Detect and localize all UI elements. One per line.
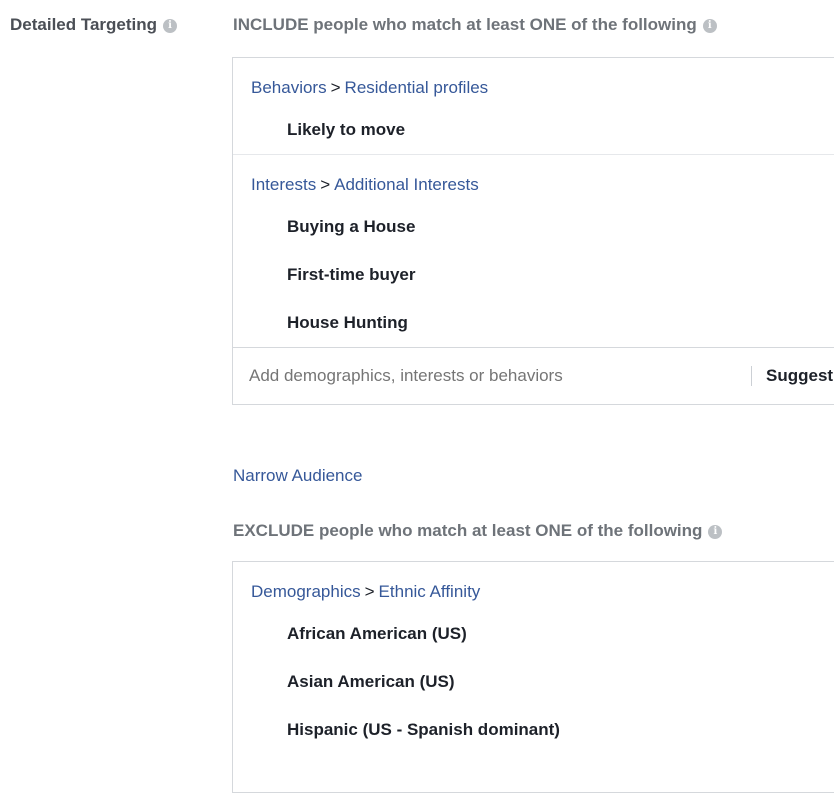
targeting-item[interactable]: Asian American (US) <box>287 658 834 706</box>
path-separator: > <box>320 175 331 194</box>
exclude-heading-text: EXCLUDE people who match at least ONE of… <box>233 521 703 540</box>
category-path: Demographics > Ethnic Affinity <box>251 574 834 610</box>
include-heading-text: INCLUDE people who match at least ONE of… <box>233 15 697 34</box>
include-group-interests: Interests > Additional Interests Buying a … <box>233 154 834 347</box>
narrow-audience-link[interactable]: Narrow Audience <box>233 466 362 486</box>
targeting-item[interactable]: Buying a House <box>287 203 834 251</box>
targeting-item[interactable]: First-time buyer <box>287 251 834 299</box>
exclude-heading: EXCLUDE people who match at least ONE of… <box>233 521 723 541</box>
suggestions-button[interactable]: Suggestions <box>766 366 834 386</box>
subcategory-link[interactable]: Residential profiles <box>345 78 489 97</box>
category-path: Behaviors > Residential profiles <box>251 70 834 106</box>
subcategory-link[interactable]: Ethnic Affinity <box>379 582 481 601</box>
targeting-item[interactable]: African American (US) <box>287 610 834 658</box>
targeting-item[interactable]: House Hunting <box>287 299 834 347</box>
path-separator: > <box>330 78 341 97</box>
info-icon[interactable]: i <box>708 524 723 539</box>
include-group-behaviors: Behaviors > Residential profiles Likely to… <box>233 58 834 154</box>
detailed-targeting-label: Detailed Targeting i <box>10 15 178 35</box>
path-separator: > <box>364 582 375 601</box>
include-targeting-box: Behaviors > Residential profiles Likely to… <box>232 57 834 405</box>
subcategory-link[interactable]: Additional Interests <box>334 175 479 194</box>
category-link[interactable]: Behaviors <box>251 78 327 97</box>
category-link[interactable]: Interests <box>251 175 316 194</box>
include-heading: INCLUDE people who match at least ONE of… <box>233 15 717 35</box>
category-path: Interests > Additional Interests <box>251 167 834 203</box>
divider <box>751 366 752 386</box>
detailed-targeting-text: Detailed Targeting <box>10 15 158 34</box>
info-icon[interactable]: i <box>163 18 178 33</box>
exclude-group-demographics: Demographics > Ethnic Affinity African Ame… <box>233 562 834 754</box>
exclude-targeting-box: Demographics > Ethnic Affinity African Ame… <box>232 561 834 793</box>
targeting-search-input[interactable] <box>249 366 729 386</box>
info-icon[interactable]: i <box>702 18 717 33</box>
add-targeting-row: Suggestions <box>233 347 834 404</box>
targeting-item[interactable]: Likely to move <box>287 106 834 154</box>
category-link[interactable]: Demographics <box>251 582 361 601</box>
targeting-item[interactable]: Hispanic (US - Spanish dominant) <box>287 706 834 754</box>
